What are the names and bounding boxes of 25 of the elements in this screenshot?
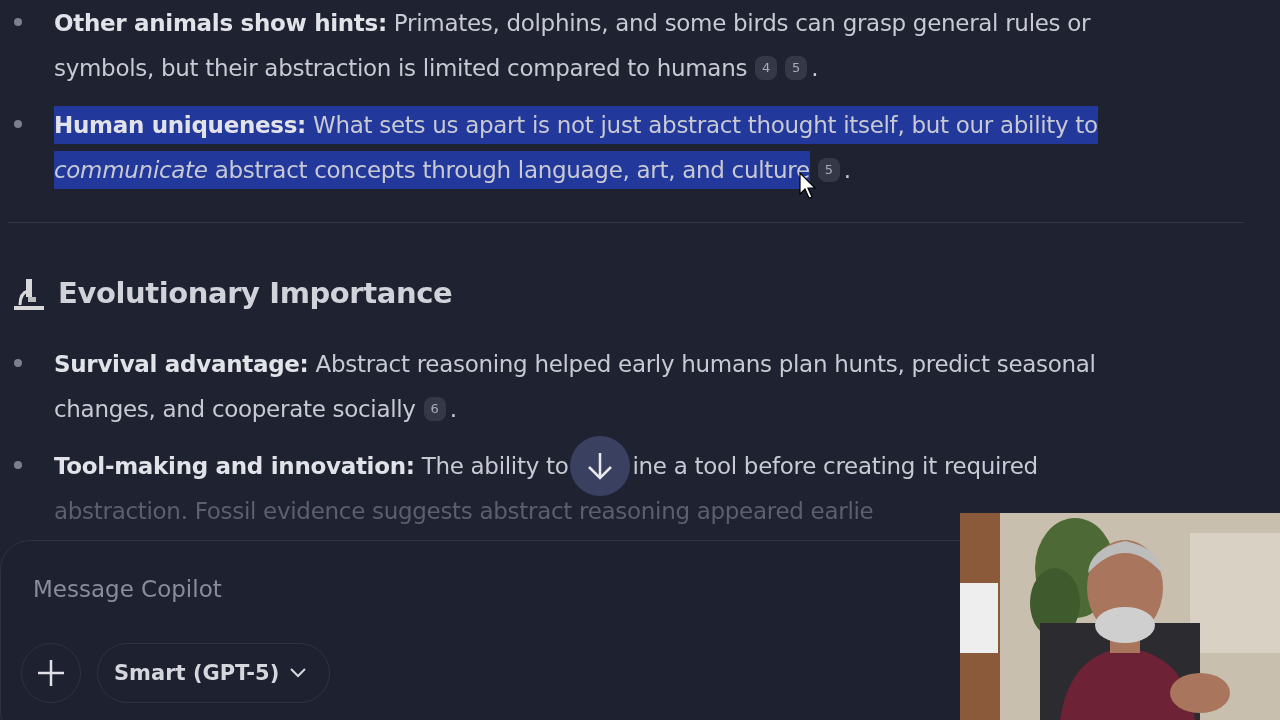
answer-text: changes, and cooperate socially: [54, 394, 416, 424]
answer-text: Survival advantage: Abstract reasoning helped early humans plan hunts, predict seasonal: [54, 349, 1096, 379]
down-arrow-icon: [587, 450, 614, 481]
bullet-dot: [14, 120, 22, 128]
bullet-dot: [14, 359, 22, 367]
answer-text: communicate abstract concepts through language, art, and culture: [54, 150, 810, 189]
message-input[interactable]: Message Copilot: [31, 575, 535, 603]
answer-text: Human uniqueness: What sets us apart is not just abstract thought itself, but our ability to: [54, 105, 1098, 144]
citation-badge[interactable]: 4: [755, 55, 778, 80]
section-heading: Evolutionary Importance: [58, 276, 453, 310]
chevron-down-icon: [289, 667, 308, 679]
answer-text: abstraction. Fossil evidence suggests abstract reasoning appeared earlie: [54, 496, 874, 526]
answer-text: symbols, but their abstraction is limited compared to humans: [54, 53, 748, 83]
answer-text: ine a tool before creating it required: [632, 451, 1038, 481]
citation-badge[interactable]: 5: [785, 55, 808, 80]
plus-icon: [36, 658, 66, 688]
period-text: .: [843, 156, 852, 183]
bullet-dot: [14, 461, 22, 469]
answer-text: Tool-making and innovation: The ability to: [54, 451, 569, 481]
citation-badge[interactable]: 5: [817, 157, 840, 182]
period-text: .: [449, 395, 457, 422]
citation-badge[interactable]: 6: [423, 396, 446, 421]
bullet-dot: [14, 18, 22, 26]
answer-text: Other animals show hints: Primates, dolphins, and some birds can grasp general rules or: [54, 8, 1091, 38]
period-text: .: [811, 54, 819, 81]
